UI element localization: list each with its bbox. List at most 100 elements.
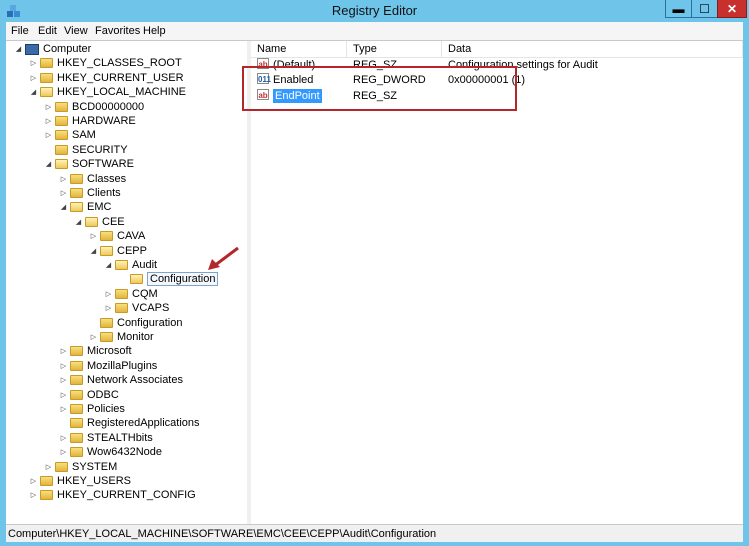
- folder-open-icon: [55, 159, 68, 170]
- tree-item[interactable]: ◢ Audit: [104, 258, 157, 272]
- collapsed-arrow-icon[interactable]: ▷: [59, 405, 68, 413]
- folder-icon: [115, 288, 128, 299]
- expanded-arrow-icon[interactable]: ◢: [59, 203, 68, 211]
- tree-item-label: CEE: [102, 215, 125, 228]
- tree-item[interactable]: ▷ HKEY_CURRENT_USER: [29, 71, 184, 85]
- column-header-type[interactable]: Type: [347, 41, 442, 58]
- collapsed-arrow-icon[interactable]: ▷: [29, 59, 38, 67]
- collapsed-arrow-icon[interactable]: ▷: [44, 117, 53, 125]
- tree-item[interactable]: ▷ Microsoft: [59, 344, 132, 358]
- folder-open-icon: [85, 216, 98, 227]
- title-bar[interactable]: Registry Editor ▬ ☐ ✕: [0, 0, 749, 22]
- tree-item[interactable]: ▷ HKEY_CLASSES_ROOT: [29, 56, 182, 70]
- tree-item-label: Configuration: [117, 316, 183, 329]
- tree-item[interactable]: SECURITY: [44, 143, 128, 157]
- tree-item[interactable]: ◢ Computer: [14, 42, 92, 56]
- folder-icon: [100, 332, 113, 342]
- tree-item-label: Configuration: [147, 272, 219, 287]
- tree-item[interactable]: ▷ HKEY_CURRENT_CONFIG: [29, 488, 196, 502]
- tree-item-label: VCAPS: [132, 302, 170, 315]
- tree-item-label: ODBC: [87, 388, 119, 401]
- menu-favorites[interactable]: Favorites: [95, 25, 140, 37]
- menu-edit[interactable]: Edit: [38, 25, 57, 37]
- folder-icon: [70, 389, 83, 400]
- maximize-button[interactable]: ☐: [691, 0, 718, 18]
- folder-icon: [40, 58, 53, 69]
- column-header-name[interactable]: Name: [251, 41, 347, 58]
- tree-item[interactable]: ▷ HKEY_USERS: [29, 474, 131, 488]
- collapsed-arrow-icon[interactable]: ▷: [44, 131, 53, 139]
- folder-icon: [100, 231, 113, 242]
- tree-item[interactable]: ◢ CEPP: [89, 244, 147, 258]
- collapsed-arrow-icon[interactable]: ▷: [59, 448, 68, 456]
- tree-item[interactable]: ▷ Policies: [59, 402, 125, 416]
- collapsed-arrow-icon[interactable]: ▷: [59, 434, 68, 442]
- tree-item-label: MozillaPlugins: [87, 359, 158, 372]
- tree-item[interactable]: ▷ Classes: [59, 172, 126, 186]
- tree-item[interactable]: ▷ CAVA: [89, 229, 146, 243]
- tree-item-label: HKEY_LOCAL_MACHINE: [57, 86, 186, 99]
- tree-item[interactable]: ▷ SYSTEM: [44, 460, 117, 474]
- collapsed-arrow-icon[interactable]: ▷: [29, 491, 38, 499]
- collapsed-arrow-icon[interactable]: ▷: [89, 232, 98, 240]
- tree-item[interactable]: ◢ CEE: [74, 215, 125, 229]
- tree-item[interactable]: ▷ MozillaPlugins: [59, 359, 158, 373]
- folder-icon: [70, 173, 83, 184]
- tree-item[interactable]: ▷ STEALTHbits: [59, 431, 153, 445]
- tree-item[interactable]: ▷ Clients: [59, 186, 121, 200]
- tree-item[interactable]: ▷ Wow6432Node: [59, 445, 162, 459]
- tree-item[interactable]: ▷ VCAPS: [104, 301, 170, 315]
- tree-item-label: Computer: [43, 43, 92, 55]
- key-tree[interactable]: ◢ Computer ▷ HKEY_CLASSES_ROOT ▷ HKEY_CURRENT…: [6, 41, 248, 525]
- tree-item-label: HKEY_CURRENT_USER: [57, 71, 184, 84]
- tree-item[interactable]: ▷ SAM: [44, 128, 96, 142]
- expanded-arrow-icon[interactable]: ◢: [29, 88, 38, 96]
- folder-open-icon: [115, 260, 128, 270]
- tree-item[interactable]: ◢ SOFTWARE: [44, 157, 134, 171]
- registry-editor-window: Registry Editor ▬ ☐ ✕ File Edit View Fav…: [0, 0, 749, 546]
- menu-file[interactable]: File: [11, 25, 29, 37]
- collapsed-arrow-icon[interactable]: ▷: [44, 463, 53, 471]
- collapsed-arrow-icon[interactable]: ▷: [44, 103, 53, 111]
- value-list[interactable]: Name Type Data ab (Default) REG_SZ Configur…: [251, 41, 743, 525]
- column-header-data[interactable]: Data: [442, 41, 743, 58]
- menu-view[interactable]: View: [64, 25, 88, 37]
- collapsed-arrow-icon[interactable]: ▷: [59, 376, 68, 384]
- minimize-button[interactable]: ▬: [665, 0, 692, 18]
- expanded-arrow-icon[interactable]: ◢: [44, 160, 53, 168]
- collapsed-arrow-icon[interactable]: ▷: [89, 333, 98, 341]
- collapsed-arrow-icon[interactable]: ▷: [59, 362, 68, 370]
- tree-item[interactable]: ▷ ODBC: [59, 388, 119, 402]
- collapsed-arrow-icon[interactable]: ▷: [29, 74, 38, 82]
- folder-open-icon: [100, 245, 113, 256]
- expanded-arrow-icon[interactable]: ◢: [89, 247, 98, 255]
- tree-item[interactable]: Configuration: [119, 272, 219, 287]
- tree-item[interactable]: ▷ HARDWARE: [44, 114, 136, 128]
- collapsed-arrow-icon[interactable]: ▷: [104, 304, 113, 312]
- tree-item[interactable]: RegisteredApplications: [59, 416, 200, 430]
- collapsed-arrow-icon[interactable]: ▷: [59, 347, 68, 355]
- expanded-arrow-icon[interactable]: ◢: [14, 45, 23, 53]
- expanded-arrow-icon[interactable]: ◢: [74, 218, 83, 226]
- menu-help[interactable]: Help: [143, 25, 166, 37]
- tree-item[interactable]: ▷ Network Associates: [59, 373, 183, 387]
- tree-item[interactable]: ▷ BCD00000000: [44, 100, 144, 114]
- folder-icon: [70, 404, 83, 414]
- tree-item[interactable]: ▷ Monitor: [89, 330, 154, 344]
- collapsed-arrow-icon[interactable]: ▷: [59, 391, 68, 399]
- tree-item[interactable]: ◢ HKEY_LOCAL_MACHINE: [29, 85, 186, 99]
- collapsed-arrow-icon[interactable]: ▷: [59, 189, 68, 197]
- tree-item[interactable]: ▷ CQM: [104, 287, 158, 301]
- tree-item-label: Monitor: [117, 331, 154, 343]
- tree-item-label: HKEY_CURRENT_CONFIG: [57, 489, 196, 502]
- tree-item[interactable]: ◢ EMC: [59, 200, 112, 214]
- status-bar: Computer\HKEY_LOCAL_MACHINE\SOFTWARE\EMC…: [6, 524, 743, 542]
- collapsed-arrow-icon[interactable]: ▷: [29, 477, 38, 485]
- collapsed-arrow-icon[interactable]: ▷: [104, 290, 113, 298]
- tree-item[interactable]: Configuration: [89, 316, 182, 330]
- close-button[interactable]: ✕: [717, 0, 747, 18]
- folder-icon: [55, 130, 68, 141]
- folder-icon: [70, 432, 83, 443]
- collapsed-arrow-icon[interactable]: ▷: [59, 175, 68, 183]
- expanded-arrow-icon[interactable]: ◢: [104, 261, 113, 269]
